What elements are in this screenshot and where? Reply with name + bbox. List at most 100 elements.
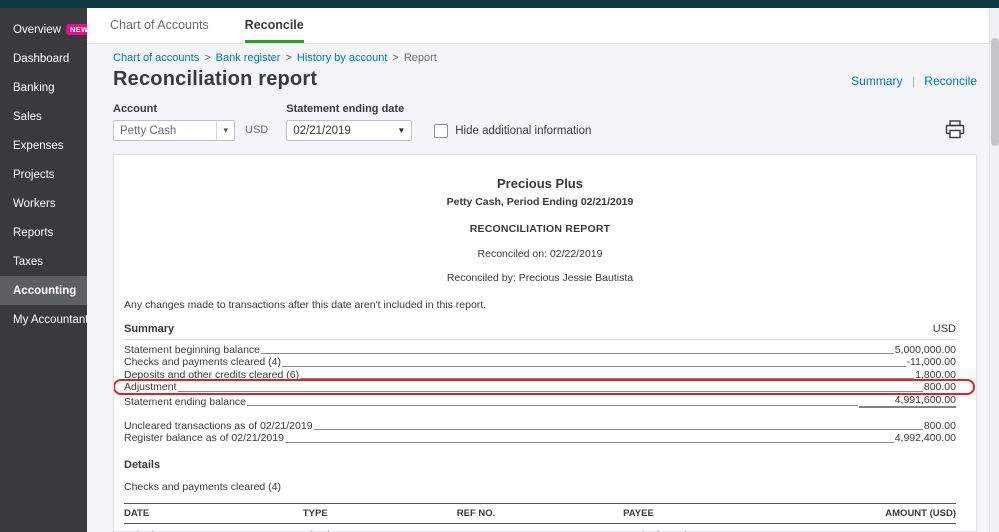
table-cell: 1 — [457, 523, 623, 531]
leader-line — [284, 441, 894, 443]
sidebar-item-label: My Accountant — [13, 313, 89, 326]
controls-row: Account Petty Cash ▾ USD Statement endin… — [113, 103, 977, 141]
reconciled-by: Reconciled by: Precious Jessie Bautista — [446, 272, 634, 284]
content-area: Chart of accounts > Bank register > History … — [87, 44, 999, 532]
details-section-label: Checks and payments cleared (4) — [124, 480, 281, 493]
sidebar: Overview NEW Dashboard Banking Sales Expenses… — [0, 8, 93, 532]
printer-icon[interactable] — [945, 120, 965, 139]
leader-line — [177, 390, 923, 392]
statement-date-field: Statement ending date 02/21/2019 ▼ — [286, 103, 413, 141]
summary-row-statement-beginning-balance: Statement beginning balance 5,000,000.00 — [124, 344, 956, 356]
summary-row-label: Uncleared transactions as of 02/21/2019 — [124, 420, 313, 433]
summary-row-label: Register balance as of 02/21/2019 — [124, 432, 284, 445]
sidebar-nav: Overview NEW Dashboard Banking Sales Expenses… — [0, 15, 93, 334]
top-strip — [0, 0, 999, 8]
details-table: DATETYPEREF NO.PAYEEAMOUNT (USD) 07/30/2… — [124, 502, 956, 531]
app-window: Overview NEW Dashboard Banking Sales Expenses… — [0, 0, 999, 532]
sidebar-item-label: Banking — [13, 81, 55, 94]
summary-row-label: Checks and payments cleared (4) — [124, 356, 281, 369]
report-subtitle: Petty Cash, Period Ending 02/21/2019 — [446, 196, 634, 208]
leader-line — [282, 365, 906, 367]
statement-date-value: 02/21/2019 — [293, 124, 351, 137]
main-area: Chart of Accounts Reconcile Chart of acco… — [87, 8, 999, 532]
summary-row-amount: 1,800.00 — [915, 368, 956, 381]
column-header-ref-no: REF NO. — [456, 502, 624, 524]
sidebar-item-label: Accounting — [13, 284, 77, 297]
account-label: Account — [113, 103, 157, 115]
report-note: Any changes made to transactions after t… — [124, 299, 487, 311]
sidebar-item-dashboard[interactable]: Dashboard — [0, 44, 87, 73]
table-body: 07/30/2018Check1Bank of Anycity-5,000.00 — [124, 523, 956, 531]
summary-row-amount: 800.00 — [923, 420, 956, 433]
summary-gap — [124, 408, 956, 420]
sidebar-item-my-accountant[interactable]: My Accountant — [0, 305, 89, 334]
hide-info-field: Hide additional information — [434, 124, 591, 138]
sidebar-item-overview[interactable]: Overview NEW — [0, 15, 93, 44]
report-card: Precious Plus Petty Cash, Period Ending … — [113, 154, 977, 532]
summary-row-amount: 4,991,600.00 — [858, 394, 956, 409]
breadcrumb-separator: > — [285, 52, 292, 64]
summary-header: Summary USD — [124, 323, 956, 340]
summary-row-amount: -11,000.00 — [906, 356, 956, 369]
table-cell: Bank of Anycity — [623, 523, 819, 531]
summary-row-amount: 4,992,400.00 — [894, 432, 956, 445]
column-header-date: DATE — [124, 502, 303, 524]
caret-down-icon: ▼ — [397, 126, 406, 135]
scrollbar-thumb[interactable] — [991, 38, 999, 146]
summary-row-amount: 5,000,000.00 — [894, 344, 956, 356]
table-cell: 07/30/2018 — [124, 523, 303, 531]
summary-row-register-balance-as-of-02-21-2019: Register balance as of 02/21/2019 4,992,4… — [124, 432, 956, 444]
sidebar-item-label: Overview — [13, 23, 61, 36]
breadcrumb-item-history-by-account[interactable]: History by account — [297, 52, 387, 64]
leader-line — [313, 429, 923, 431]
details-title: Details — [124, 458, 161, 471]
statement-date-label: Statement ending date — [286, 103, 405, 115]
sidebar-item-label: Dashboard — [13, 52, 70, 65]
sidebar-item-workers[interactable]: Workers — [0, 189, 87, 218]
breadcrumb-item-bank-register[interactable]: Bank register — [216, 52, 281, 64]
sidebar-item-taxes[interactable]: Taxes — [0, 247, 87, 276]
sidebar-item-reports[interactable]: Reports — [0, 218, 87, 247]
reconcile-link[interactable]: Reconcile — [924, 74, 977, 88]
sidebar-item-accounting[interactable]: Accounting — [0, 276, 87, 305]
sidebar-item-label: Projects — [13, 168, 55, 181]
report-heading: RECONCILIATION REPORT — [469, 223, 611, 235]
summary-rows: Statement beginning balance 5,000,000.00 C… — [114, 344, 975, 445]
hide-info-checkbox[interactable] — [434, 124, 449, 138]
summary-link[interactable]: Summary — [851, 74, 902, 88]
vertical-scrollbar[interactable] — [989, 8, 999, 532]
sidebar-item-banking[interactable]: Banking — [0, 73, 87, 102]
sidebar-item-projects[interactable]: Projects — [0, 160, 87, 189]
summary-title: Summary — [124, 323, 175, 335]
table-cell: Check — [303, 523, 457, 531]
summary-row-label: Deposits and other credits cleared (6) — [124, 368, 300, 381]
sidebar-item-label: Sales — [13, 110, 42, 123]
sidebar-item-expenses[interactable]: Expenses — [0, 131, 87, 160]
summary-row-uncleared-transactions-as-of-02-21-2019: Uncleared transactions as of 02/21/2019 8… — [124, 420, 956, 432]
chevron-down-icon: ▾ — [216, 121, 228, 140]
reconciled-on: Reconciled on: 02/22/2019 — [477, 248, 603, 260]
hide-info-label: Hide additional information — [455, 125, 592, 137]
column-header-amount-usd: AMOUNT (USD) — [818, 502, 956, 524]
sidebar-item-label: Reports — [13, 226, 54, 239]
table-cell: -5,000.00 — [819, 523, 956, 531]
summary-row-checks-and-payments-cleared-4: Checks and payments cleared (4) -11,000.0… — [124, 356, 956, 368]
tab-chart-of-accounts[interactable]: Chart of Accounts — [110, 8, 209, 43]
account-select[interactable]: Petty Cash ▾ — [113, 120, 235, 141]
table-row: 07/30/2018Check1Bank of Anycity-5,000.00 — [124, 523, 956, 531]
summary-currency: USD — [932, 323, 956, 335]
summary-row-deposits-and-other-credits-cleared-6: Deposits and other credits cleared (6) 1,… — [124, 369, 956, 381]
page-title: Reconciliation report — [113, 68, 318, 90]
sidebar-item-label: Expenses — [13, 139, 64, 152]
column-header-type: TYPE — [302, 502, 457, 524]
leader-line — [261, 353, 894, 355]
tab-bar: Chart of Accounts Reconcile — [87, 8, 999, 44]
breadcrumb: Chart of accounts > Bank register > History … — [113, 52, 977, 65]
breadcrumb-item-chart-of-accounts[interactable]: Chart of accounts — [113, 52, 199, 64]
tab-list: Chart of Accounts Reconcile — [110, 8, 340, 43]
breadcrumb-item-report: Report — [403, 52, 437, 64]
sidebar-item-sales[interactable]: Sales — [0, 102, 87, 131]
tab-reconcile[interactable]: Reconcile — [244, 8, 304, 43]
currency-label: USD — [245, 124, 269, 136]
statement-date-select[interactable]: 02/21/2019 ▼ — [286, 120, 413, 141]
